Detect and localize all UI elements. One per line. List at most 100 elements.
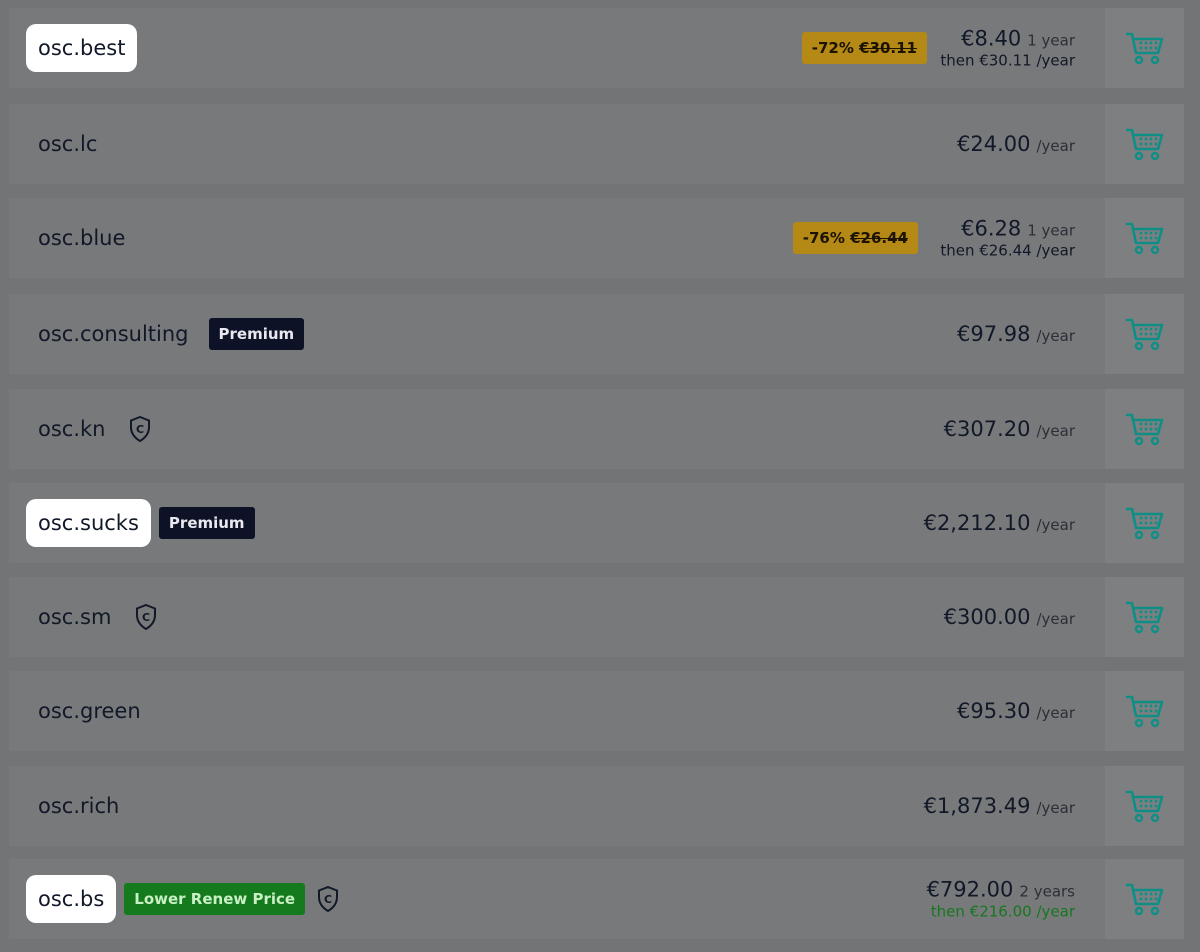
domain-result-main[interactable]: osc.consulting Premium €97.98/year (9, 294, 1105, 374)
add-to-cart-button[interactable] (1105, 766, 1184, 846)
shield-c-icon: C (130, 416, 151, 442)
shopping-cart-icon (1125, 601, 1163, 634)
price-period: 1 year (1027, 221, 1075, 240)
domain-info: osc.lc (26, 120, 109, 168)
domain-result-main[interactable]: osc.blue -76% €26.44 €6.28 1 year then €26.4… (9, 198, 1105, 278)
price-block: €1,873.49/year (924, 794, 1075, 818)
domain-name[interactable]: osc.rich (26, 782, 131, 830)
shopping-cart-icon (1125, 128, 1163, 161)
add-to-cart-button[interactable] (1105, 859, 1184, 939)
discount-percent: -72% (811, 39, 854, 57)
price-line: €2,212.10/year (924, 511, 1075, 535)
price: €24.00 (956, 132, 1031, 156)
price-line: €1,873.49/year (924, 794, 1075, 818)
domain-result-row: osc.kn C €307.20/year (9, 389, 1184, 469)
domain-name[interactable]: osc.blue (26, 214, 137, 262)
price-line: €24.00/year (957, 132, 1075, 156)
domain-result-main[interactable]: osc.lc €24.00/year (9, 104, 1105, 184)
price-block: €8.40 1 year then €30.11 /year (940, 27, 1075, 70)
domain-result-main[interactable]: osc.kn C €307.20/year (9, 389, 1105, 469)
price-block: €24.00/year (957, 132, 1075, 156)
svg-text:C: C (142, 611, 150, 624)
domain-info: osc.bs Lower Renew Price C (26, 875, 339, 923)
domain-result-row: osc.sm C €300.00/year (9, 577, 1184, 657)
price: €300.00 (943, 605, 1031, 629)
price-line: €97.98/year (957, 322, 1075, 346)
domain-result-row: osc.blue -76% €26.44 €6.28 1 year then €26.4… (9, 198, 1184, 278)
add-to-cart-button[interactable] (1105, 671, 1184, 751)
price-period: /year (1036, 137, 1075, 155)
price-line: €307.20/year (944, 417, 1075, 441)
price-block: €300.00/year (944, 605, 1075, 629)
price-block: €95.30/year (957, 699, 1075, 723)
domain-result-main[interactable]: osc.green €95.30/year (9, 671, 1105, 751)
domain-name[interactable]: osc.sm (26, 593, 123, 641)
shopping-cart-icon (1125, 318, 1163, 351)
shopping-cart-icon (1125, 413, 1163, 446)
price-block: €97.98/year (957, 322, 1075, 346)
price-period: /year (1036, 610, 1075, 628)
price: €97.98 (956, 322, 1031, 346)
domain-name[interactable]: osc.kn (26, 405, 117, 453)
price: €8.40 (961, 26, 1022, 51)
renewal-price: then €216.00 /year (930, 902, 1075, 921)
domain-result-main[interactable]: osc.sm C €300.00/year (9, 577, 1105, 657)
add-to-cart-button[interactable] (1105, 577, 1184, 657)
shield-c-icon: C (318, 886, 339, 912)
domain-result-main[interactable]: osc.rich €1,873.49/year (9, 766, 1105, 846)
price-line: €8.40 1 year (940, 27, 1075, 51)
shopping-cart-icon (1125, 883, 1163, 916)
price: €2,212.10 (923, 511, 1031, 535)
price-block: €307.20/year (944, 417, 1075, 441)
domain-result-main[interactable]: osc.bs Lower Renew Price C €792.00 2 years th… (9, 859, 1105, 939)
original-price: €30.11 (859, 39, 917, 57)
price: €307.20 (943, 417, 1031, 441)
price-period: /year (1036, 704, 1075, 722)
domain-name[interactable]: osc.sucks (26, 499, 151, 547)
discount-badge: -76% €26.44 (792, 222, 918, 254)
price-period: /year (1036, 799, 1075, 817)
domain-result-row: osc.bs Lower Renew Price C €792.00 2 years th… (9, 859, 1184, 939)
price-period: /year (1036, 422, 1075, 440)
domain-name[interactable]: osc.lc (26, 120, 109, 168)
domain-result-row: osc.sucks Premium €2,212.10/year (9, 483, 1184, 563)
domain-name[interactable]: osc.best (26, 24, 138, 72)
domain-info: osc.consulting Premium (26, 310, 305, 358)
shopping-cart-icon (1125, 222, 1163, 255)
domain-name[interactable]: osc.green (26, 687, 153, 735)
domain-results-list: osc.best -72% €30.11 €8.40 1 year then €30.1… (0, 0, 1200, 952)
shopping-cart-icon (1125, 507, 1163, 540)
premium-badge: Premium (208, 318, 305, 350)
price-period: 2 years (1019, 882, 1075, 901)
domain-name[interactable]: osc.bs (26, 875, 117, 923)
domain-info: osc.sucks Premium (26, 499, 255, 547)
price-line: €300.00/year (944, 605, 1075, 629)
renewal-price: then €30.11 /year (940, 51, 1075, 70)
shopping-cart-icon (1125, 32, 1163, 65)
price-period: /year (1036, 516, 1075, 534)
domain-result-row: osc.green €95.30/year (9, 671, 1184, 751)
original-price: €26.44 (850, 229, 908, 247)
discount-badge: -72% €30.11 (801, 32, 927, 64)
add-to-cart-button[interactable] (1105, 198, 1184, 278)
add-to-cart-button[interactable] (1105, 104, 1184, 184)
domain-info: osc.blue (26, 214, 137, 262)
svg-text:C: C (136, 423, 144, 436)
domain-result-main[interactable]: osc.sucks Premium €2,212.10/year (9, 483, 1105, 563)
add-to-cart-button[interactable] (1105, 483, 1184, 563)
price-period: 1 year (1027, 31, 1075, 50)
price-period: /year (1036, 327, 1075, 345)
domain-name[interactable]: osc.consulting (26, 310, 201, 358)
lower-renew-price-badge: Lower Renew Price (124, 883, 306, 915)
domain-info: osc.rich (26, 782, 131, 830)
discount-percent: -76% (802, 229, 845, 247)
price: €792.00 (926, 877, 1014, 902)
domain-result-row: osc.rich €1,873.49/year (9, 766, 1184, 846)
add-to-cart-button[interactable] (1105, 389, 1184, 469)
domain-result-main[interactable]: osc.best -72% €30.11 €8.40 1 year then €30.1… (9, 8, 1105, 88)
domain-info: osc.best (26, 24, 138, 72)
price-block: €6.28 1 year then €26.44 /year (940, 217, 1075, 260)
add-to-cart-button[interactable] (1105, 8, 1184, 88)
add-to-cart-button[interactable] (1105, 294, 1184, 374)
shopping-cart-icon (1125, 695, 1163, 728)
